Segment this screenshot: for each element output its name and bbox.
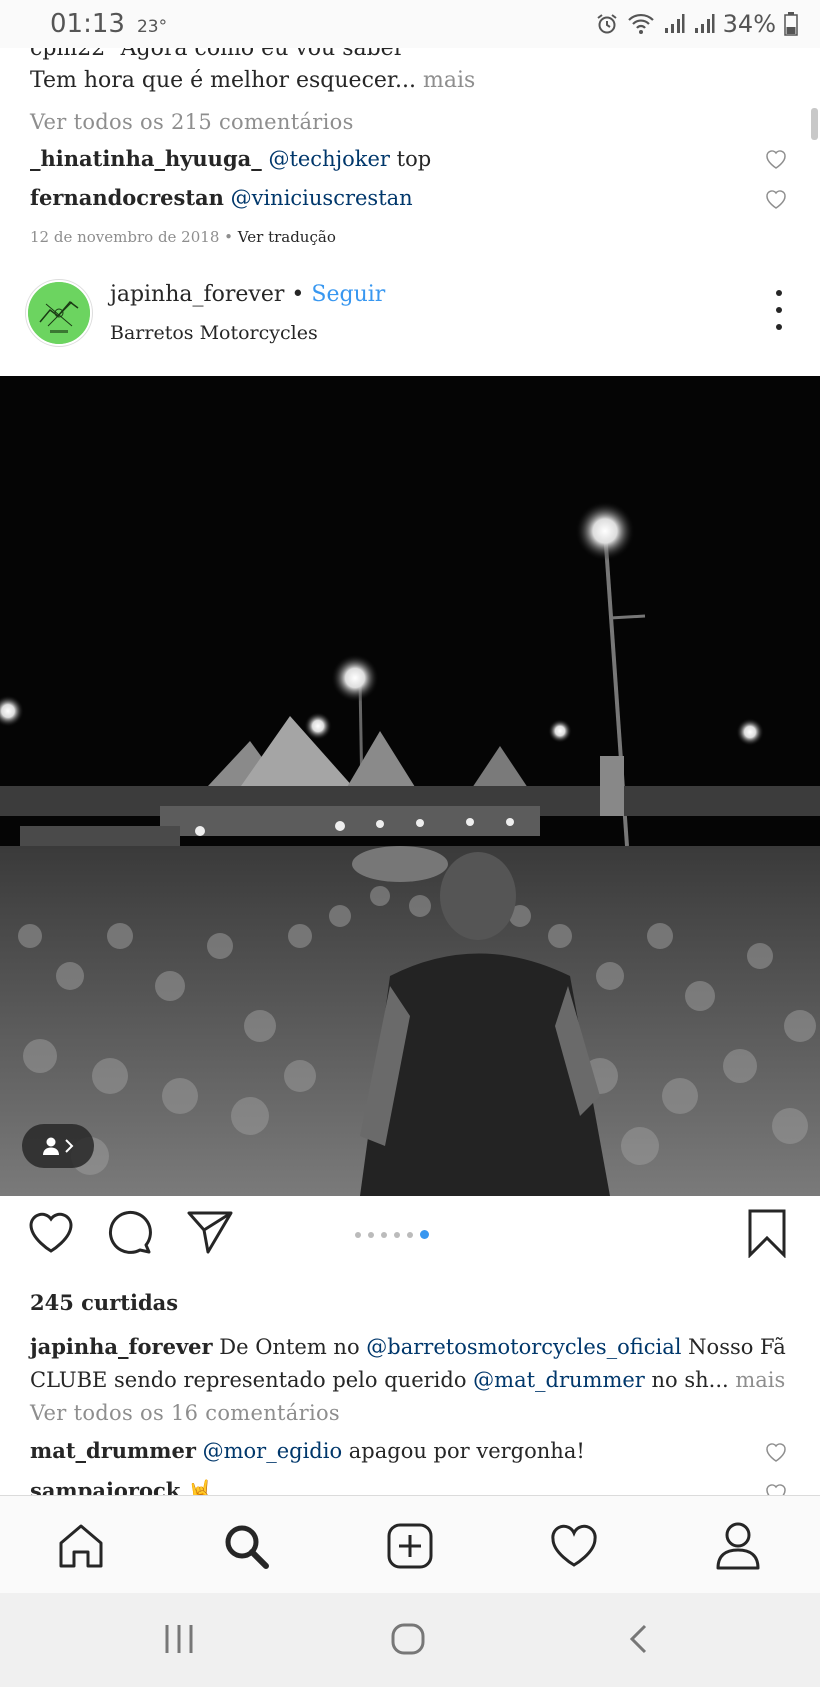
search-icon[interactable]	[220, 1520, 272, 1572]
home-icon[interactable]	[55, 1520, 107, 1572]
comment-username[interactable]: mat_drummer	[30, 1438, 196, 1463]
post-date-row: 12 de novembro de 2018 • Ver tradução	[30, 228, 336, 246]
status-bar: 01:13 23° 34%	[0, 0, 820, 48]
avatar-logo-icon	[28, 282, 90, 344]
comment-like-heart-icon[interactable]	[764, 188, 788, 210]
caption-more-link[interactable]: mais	[735, 1368, 785, 1392]
caption-username[interactable]: japinha_forever	[30, 1334, 213, 1359]
carousel-dot	[420, 1230, 429, 1239]
comment-text: 🤘	[187, 1479, 214, 1495]
concert-crowd-photo	[0, 376, 820, 1196]
previous-caption: Tem hora que é melhor esquecer... mais	[30, 68, 476, 93]
like-heart-icon[interactable]	[26, 1208, 76, 1256]
follow-button[interactable]: Seguir	[311, 282, 385, 307]
comment-mention[interactable]: @techjoker	[268, 147, 390, 171]
view-all-comments-link[interactable]: Ver todos os 16 comentários	[30, 1401, 340, 1425]
temperature: 23°	[136, 17, 168, 37]
feed[interactable]: cpm22 “Agora como eu vou saber Tem hora …	[0, 48, 820, 1495]
home-circle-icon[interactable]	[390, 1623, 426, 1655]
carousel-dot	[381, 1231, 387, 1238]
comment-like-heart-icon[interactable]	[764, 1441, 788, 1463]
comment-row: sampaiorock 🤘	[30, 1478, 213, 1495]
author-line: japinha_forever • Seguir	[110, 282, 386, 307]
comment-mention[interactable]: @viniciuscrestan	[231, 186, 413, 210]
author-avatar[interactable]	[26, 280, 92, 346]
carousel-dot	[407, 1231, 413, 1238]
person-icon	[43, 1137, 59, 1155]
comment-row: fernandocrestan @viniciuscrestan	[30, 185, 413, 210]
tagged-users-button[interactable]	[22, 1124, 94, 1168]
comment-bubble-icon[interactable]	[106, 1208, 154, 1256]
post-actions-bar	[0, 1208, 820, 1268]
carousel-dot	[368, 1231, 374, 1238]
previous-caption-clipped: cpm22 “Agora como eu vou saber	[30, 48, 405, 61]
save-bookmark-icon[interactable]	[746, 1208, 788, 1258]
chevron-right-icon	[65, 1139, 74, 1153]
comment-row: mat_drummer @mor_egidio apagou por vergo…	[30, 1438, 585, 1463]
bottom-navigation	[0, 1495, 820, 1594]
post-date: 12 de novembro de 2018	[30, 228, 220, 246]
author-username[interactable]: japinha_forever	[110, 282, 284, 307]
carousel-dots	[355, 1230, 429, 1239]
signal-1-icon	[663, 13, 685, 35]
profile-icon[interactable]	[712, 1520, 764, 1572]
activity-heart-icon[interactable]	[548, 1520, 600, 1572]
back-icon[interactable]	[626, 1623, 650, 1655]
post-header: japinha_forever • Seguir Barretos Motorc…	[0, 280, 820, 376]
caption-mention[interactable]: @barretosmotorcycles_oficial	[366, 1335, 681, 1359]
post-location[interactable]: Barretos Motorcycles	[110, 322, 318, 344]
comment-like-heart-icon[interactable]	[764, 1482, 788, 1495]
comment-like-heart-icon[interactable]	[764, 148, 788, 170]
share-paper-plane-icon[interactable]	[186, 1208, 234, 1256]
signal-2-icon	[693, 13, 715, 35]
recents-icon[interactable]	[162, 1623, 196, 1655]
clock: 01:13	[50, 9, 125, 39]
post-caption: japinha_forever De Ontem no @barretosmot…	[30, 1334, 786, 1392]
post-photo[interactable]	[0, 376, 820, 1196]
previous-caption-more-link[interactable]: mais	[423, 68, 475, 93]
caption-mention[interactable]: @mat_drummer	[473, 1368, 645, 1392]
carousel-dot	[355, 1231, 361, 1238]
comment-username[interactable]: fernandocrestan	[30, 185, 224, 210]
more-options-icon[interactable]	[776, 290, 782, 330]
translate-link[interactable]: Ver tradução	[238, 228, 336, 246]
comment-mention[interactable]: @mor_egidio	[203, 1439, 342, 1463]
comment-text: top	[396, 147, 432, 171]
system-navigation-bar	[0, 1593, 820, 1687]
add-post-icon[interactable]	[384, 1520, 436, 1572]
likes-count[interactable]: 245 curtidas	[30, 1290, 178, 1315]
scrollbar[interactable]	[811, 108, 818, 140]
comment-row: _hinatinha_hyuuga_ @techjoker top	[30, 146, 431, 171]
comment-username[interactable]: sampaiorock	[30, 1478, 180, 1495]
battery-icon	[784, 12, 798, 36]
previous-view-all-comments-link[interactable]: Ver todos os 215 comentários	[30, 110, 354, 134]
alarm-icon	[595, 12, 619, 36]
carousel-dot	[394, 1231, 400, 1238]
comment-username[interactable]: _hinatinha_hyuuga_	[30, 146, 262, 171]
comment-text: apagou por vergonha!	[348, 1439, 585, 1463]
wifi-icon	[627, 12, 655, 36]
battery-level: 34%	[722, 10, 776, 38]
